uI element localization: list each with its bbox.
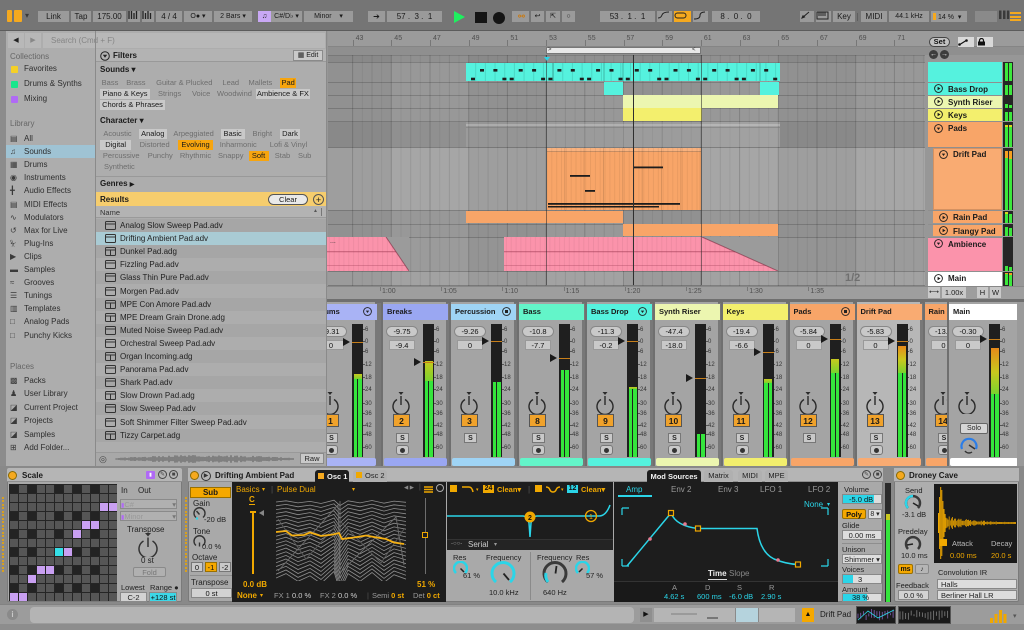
svg-text:1: 1 [589, 514, 593, 521]
svg-text:2: 2 [528, 515, 532, 522]
